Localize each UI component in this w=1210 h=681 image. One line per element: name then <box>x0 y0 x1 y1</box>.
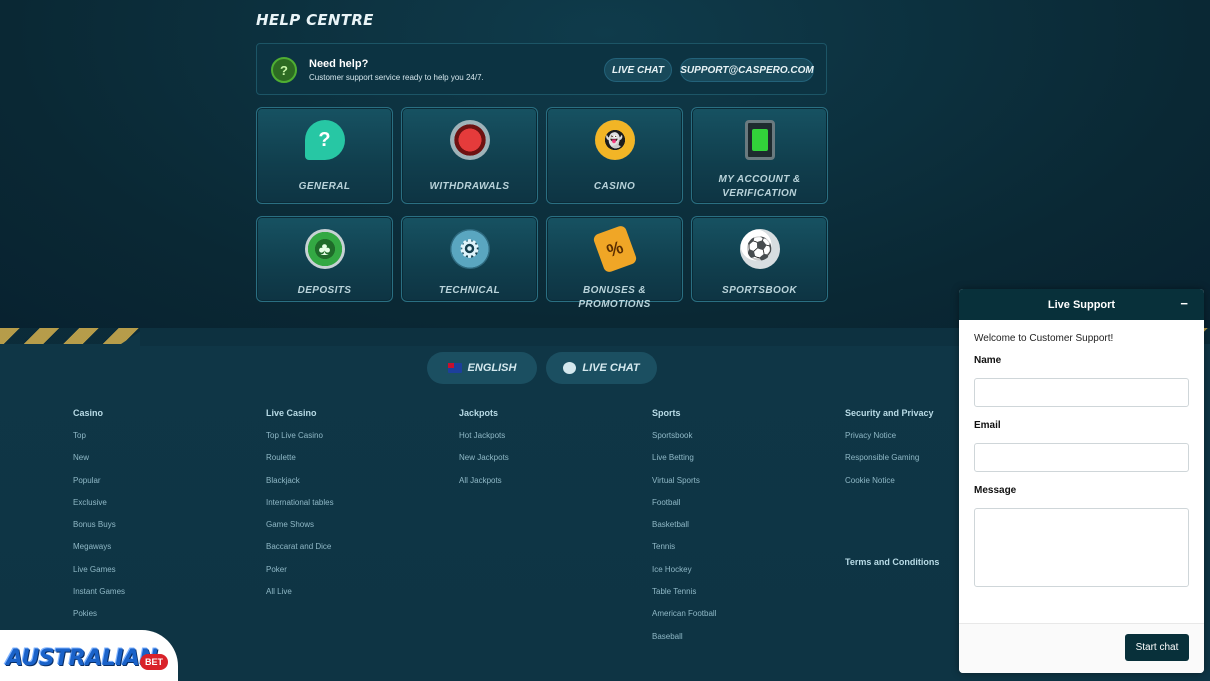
help-question-icon: ? <box>271 57 297 83</box>
language-label: ENGLISH <box>467 362 517 374</box>
footer-link[interactable]: International tables <box>266 498 334 520</box>
footer-link[interactable]: All Live <box>266 587 334 609</box>
category-label: CASINO <box>593 181 636 192</box>
footer-link[interactable]: Bonus Buys <box>73 520 125 542</box>
category-label: DEPOSITS <box>297 285 352 296</box>
footer-link[interactable]: Megaways <box>73 542 125 564</box>
footer-heading: Jackpots <box>459 408 499 418</box>
footer-link[interactable]: Top <box>73 431 125 453</box>
footer-link[interactable]: Basketball <box>652 520 716 542</box>
site-logo: AUSTRALIAN BET <box>0 630 178 681</box>
footer-link[interactable]: Sportsbook <box>652 431 716 453</box>
live-chat-button[interactable]: LIVE CHAT <box>604 58 672 82</box>
footer-link[interactable]: American Football <box>652 609 716 631</box>
message-label: Message <box>974 485 1017 496</box>
footer-link[interactable]: Cookie Notice <box>845 476 934 498</box>
footer-link[interactable]: New <box>73 453 125 475</box>
footer-link[interactable]: Top Live Casino <box>266 431 334 453</box>
footer-link[interactable]: Instant Games <box>73 587 125 609</box>
footer-column-jackpots: Jackpots Hot Jackpots New Jackpots All J… <box>459 408 509 498</box>
support-email-button[interactable]: SUPPORT@CASPERO.COM <box>680 58 814 82</box>
category-my-account[interactable]: MY ACCOUNT & VERIFICATION <box>691 107 828 204</box>
footer-link[interactable]: Privacy Notice <box>845 431 934 453</box>
footer-link[interactable]: Virtual Sports <box>652 476 716 498</box>
language-button[interactable]: ENGLISH <box>427 352 537 384</box>
footer-terms: Terms and Conditions <box>845 557 939 580</box>
chat-bubble-icon <box>563 362 577 374</box>
footer-link[interactable]: Hot Jackpots <box>459 431 509 453</box>
category-bonuses[interactable]: % BONUSES & PROMOTIONS <box>546 216 683 310</box>
footer-link[interactable]: Baccarat and Dice <box>266 542 334 564</box>
footer-link[interactable]: Game Shows <box>266 520 334 542</box>
category-technical[interactable]: ⚙ TECHNICAL <box>401 216 538 302</box>
soccer-ball-icon: ⚽ <box>739 229 780 269</box>
category-label: SPORTSBOOK <box>722 285 797 296</box>
name-input[interactable] <box>974 378 1189 407</box>
category-label: MY ACCOUNT & VERIFICATION <box>718 174 801 199</box>
chat-title: Live Support <box>1047 298 1116 311</box>
footer-link[interactable]: Poker <box>266 565 334 587</box>
footer-link[interactable]: Tennis <box>652 542 716 564</box>
footer-link[interactable]: New Jackpots <box>459 453 509 475</box>
category-sportsbook[interactable]: ⚽ SPORTSBOOK <box>691 216 828 302</box>
page-title: HELP CENTRE <box>256 11 374 29</box>
live-chat-label: LIVE CHAT <box>582 362 640 374</box>
need-help-subtitle: Customer support service ready to help y… <box>309 73 484 82</box>
message-textarea[interactable] <box>974 508 1189 587</box>
footer-link[interactable]: Ice Hockey <box>652 565 716 587</box>
category-deposits[interactable]: ♣ DEPOSITS <box>256 216 393 302</box>
casino-chip-icon: 👻 <box>594 120 635 160</box>
footer-link[interactable]: Responsible Gaming <box>845 453 934 475</box>
footer-heading: Sports <box>652 408 681 418</box>
live-support-widget: Live Support − Welcome to Customer Suppo… <box>959 289 1204 673</box>
start-chat-button[interactable]: Start chat <box>1125 634 1189 661</box>
footer-link[interactable]: Popular <box>73 476 125 498</box>
category-general[interactable]: ? GENERAL <box>256 107 393 204</box>
footer-column-live-casino: Live Casino Top Live Casino Roulette Bla… <box>266 408 334 609</box>
footer-link[interactable]: Table Tennis <box>652 587 716 609</box>
chat-header: Live Support − <box>959 289 1204 320</box>
footer-link[interactable]: Exclusive <box>73 498 125 520</box>
category-label: GENERAL <box>298 181 351 192</box>
need-help-banner: ? Need help? Customer support service re… <box>256 43 827 95</box>
red-button-icon <box>449 120 490 160</box>
footer-live-chat-button[interactable]: LIVE CHAT <box>546 352 657 384</box>
footer-column-sports: Sports Sportsbook Live Betting Virtual S… <box>652 408 716 654</box>
gear-icon: ⚙ <box>449 229 490 269</box>
percent-tag-icon: % <box>591 224 638 274</box>
category-label: TECHNICAL <box>438 285 501 296</box>
chat-welcome: Welcome to Customer Support! <box>974 333 1114 344</box>
footer-column-security: Security and Privacy Privacy Notice Resp… <box>845 408 934 498</box>
logo-text: AUSTRALIAN <box>6 646 158 671</box>
footer-link[interactable]: Pokies <box>73 609 125 631</box>
category-label: WITHDRAWALS <box>429 181 510 192</box>
australia-flag-icon <box>447 363 462 373</box>
footer-link[interactable]: Baseball <box>652 632 716 654</box>
footer-column-casino: Casino Top New Popular Exclusive Bonus B… <box>73 408 125 632</box>
logo-badge: BET <box>140 654 168 670</box>
footer-heading: Live Casino <box>266 408 317 418</box>
terms-link[interactable]: Terms and Conditions <box>845 557 939 568</box>
footer-heading: Casino <box>73 408 104 418</box>
question-bubble-icon: ? <box>304 120 345 160</box>
footer-heading: Security and Privacy <box>845 408 934 418</box>
minimize-icon[interactable]: − <box>1180 296 1188 311</box>
need-help-label: Need help? <box>309 58 369 70</box>
footer-link[interactable]: Blackjack <box>266 476 334 498</box>
chat-footer: Start chat <box>959 623 1204 673</box>
category-withdrawals[interactable]: WITHDRAWALS <box>401 107 538 204</box>
divider-gap <box>140 328 1070 346</box>
name-label: Name <box>974 355 1002 366</box>
footer-link[interactable]: All Jackpots <box>459 476 509 498</box>
email-input[interactable] <box>974 443 1189 472</box>
category-label: BONUSES & PROMOTIONS <box>578 285 651 310</box>
email-label: Email <box>974 420 1001 431</box>
category-casino[interactable]: 👻 CASINO <box>546 107 683 204</box>
account-tablet-icon <box>744 120 775 160</box>
footer-link[interactable]: Roulette <box>266 453 334 475</box>
footer-link[interactable]: Football <box>652 498 716 520</box>
clover-coin-icon: ♣ <box>304 229 345 269</box>
footer-link[interactable]: Live Betting <box>652 453 716 475</box>
footer-link[interactable]: Live Games <box>73 565 125 587</box>
